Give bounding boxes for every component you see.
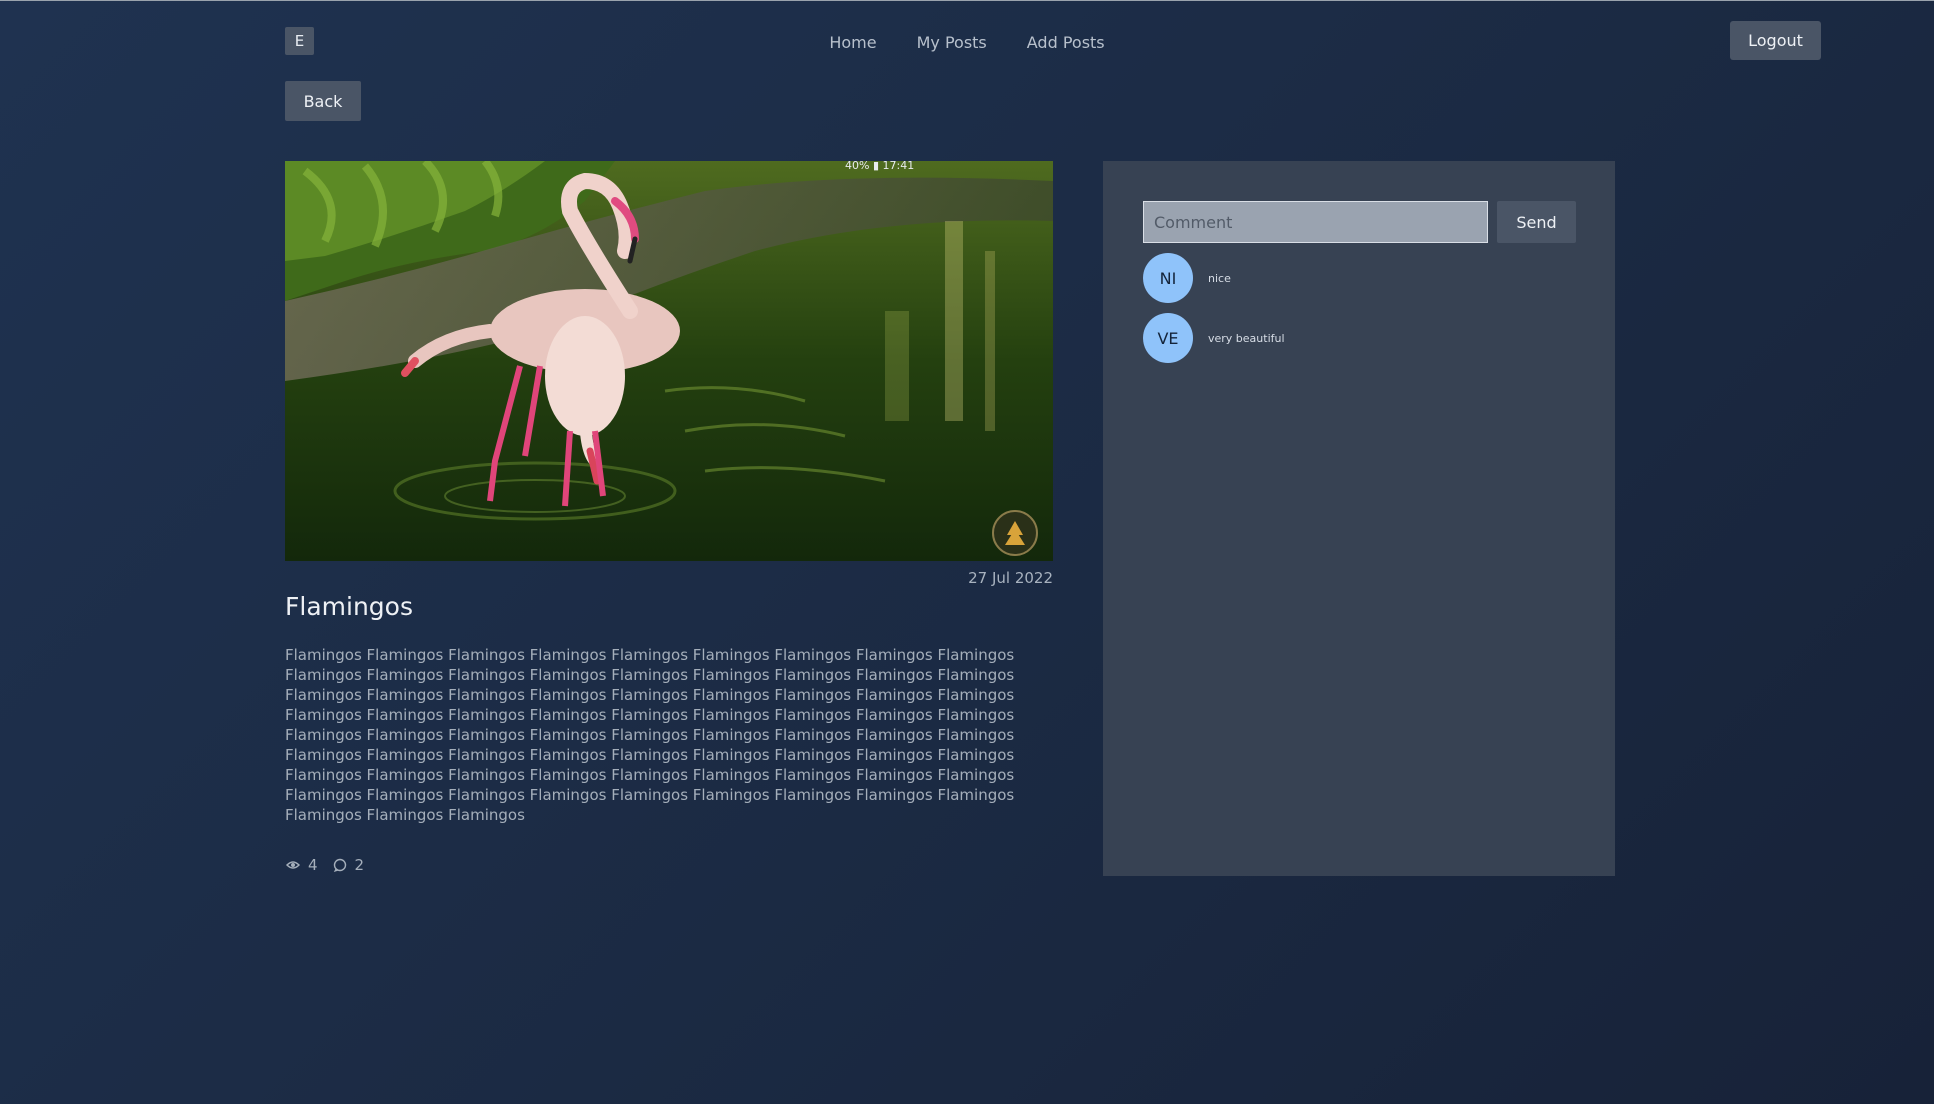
post-title: Flamingos bbox=[285, 592, 413, 621]
comment-item: NI nice bbox=[1143, 253, 1231, 303]
svg-text:40% ▮ 17:41: 40% ▮ 17:41 bbox=[845, 161, 914, 172]
top-border bbox=[0, 0, 1934, 1]
post-image: 40% ▮ 17:41 bbox=[285, 161, 1053, 561]
comment-input[interactable] bbox=[1143, 201, 1488, 243]
nav-add-posts[interactable]: Add Posts bbox=[1027, 31, 1105, 55]
post-stats: 4 2 bbox=[285, 855, 378, 875]
post-body: Flamingos Flamingos Flamingos Flamingos … bbox=[285, 646, 1015, 824]
post-date: 27 Jul 2022 bbox=[968, 569, 1053, 587]
avatar: VE bbox=[1143, 313, 1193, 363]
comment-bubble-icon bbox=[332, 857, 348, 873]
logout-button[interactable]: Logout bbox=[1730, 21, 1821, 60]
comment-text: nice bbox=[1208, 271, 1231, 285]
nav-home[interactable]: Home bbox=[829, 31, 876, 55]
avatar: NI bbox=[1143, 253, 1193, 303]
send-button[interactable]: Send bbox=[1497, 201, 1576, 243]
nav-my-posts[interactable]: My Posts bbox=[917, 31, 987, 55]
comment-text: very beautiful bbox=[1208, 331, 1285, 345]
views-count: 4 bbox=[308, 856, 318, 874]
main-nav: Home My Posts Add Posts bbox=[0, 31, 1934, 55]
comments-count: 2 bbox=[354, 856, 365, 874]
comment-item: VE very beautiful bbox=[1143, 313, 1285, 363]
back-button[interactable]: Back bbox=[285, 81, 361, 121]
comments-panel: Send NI nice VE very beautiful bbox=[1103, 161, 1615, 876]
eye-icon bbox=[285, 857, 301, 873]
